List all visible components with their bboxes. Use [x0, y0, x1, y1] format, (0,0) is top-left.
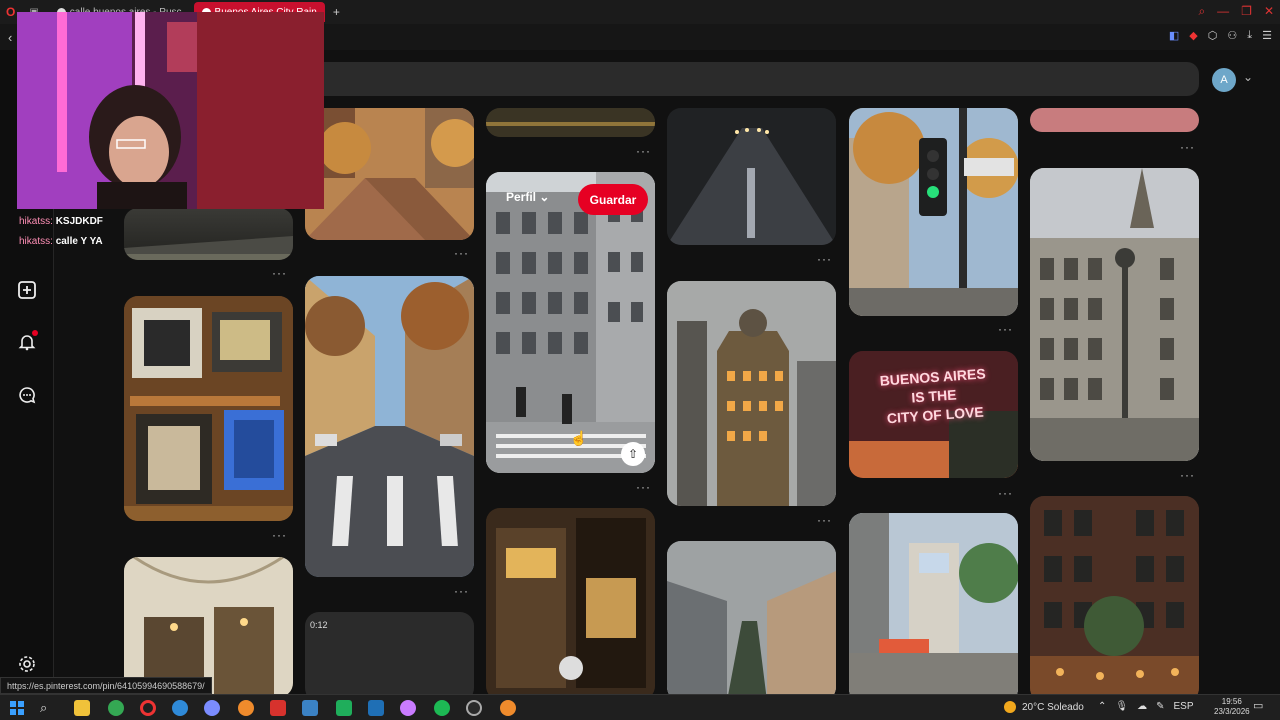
- pin-city-aerial[interactable]: [667, 541, 836, 694]
- pin-cafe-interior[interactable]: [124, 557, 293, 694]
- pin-rainy-avenue[interactable]: [849, 513, 1018, 694]
- sun-icon: [1004, 701, 1016, 713]
- vscode-icon[interactable]: [368, 700, 384, 716]
- opera-logo-icon[interactable]: O: [6, 5, 15, 19]
- pin-top-right[interactable]: [1030, 108, 1199, 132]
- pin-street-top[interactable]: [124, 208, 293, 260]
- minimize-icon[interactable]: —: [1217, 4, 1229, 19]
- pin-more-button[interactable]: ···: [454, 584, 469, 598]
- edge-icon[interactable]: [172, 700, 188, 716]
- stream-chat: hikatss: KSJDKDF hikatss: calle Y YA: [19, 212, 103, 252]
- pin-building-crosswalk[interactable]: [486, 172, 655, 473]
- microphone-icon[interactable]: 🎙: [1115, 701, 1128, 712]
- close-icon[interactable]: ✕: [1264, 4, 1274, 19]
- pin-more-button[interactable]: ···: [998, 486, 1013, 500]
- chat-message: hikatss: calle Y YA: [19, 236, 103, 247]
- sign-text: BUENOS AIRES IS THE CITY OF LOVE: [879, 365, 987, 427]
- save-button[interactable]: Guardar: [578, 184, 648, 215]
- chrome-icon[interactable]: [108, 700, 124, 716]
- pin-more-button[interactable]: ···: [272, 528, 287, 542]
- blender-icon[interactable]: [238, 700, 254, 716]
- browser-extensions: ◧ ◆ ⬡ ⚇ ⤓ ☰: [1169, 29, 1272, 42]
- new-tab-button[interactable]: +: [333, 5, 340, 19]
- pin-more-button[interactable]: ···: [454, 246, 469, 260]
- pin-palacio-barolo[interactable]: [667, 281, 836, 506]
- obs-icon[interactable]: [466, 700, 482, 716]
- status-url: https://es.pinterest.com/pin/64105994690…: [0, 677, 212, 694]
- pin-more-button[interactable]: ···: [817, 513, 832, 527]
- pen-icon[interactable]: ✎: [1156, 701, 1164, 712]
- pin-brick-facade[interactable]: [1030, 496, 1199, 694]
- system-clock[interactable]: 19:56 23/3/2026: [1214, 697, 1250, 717]
- webcam-overlay: [17, 12, 324, 209]
- pin-more-button[interactable]: ···: [817, 252, 832, 266]
- pin-more-button[interactable]: ···: [636, 144, 651, 158]
- weather-widget[interactable]: 20°C Soleado: [1004, 701, 1084, 713]
- photos-icon[interactable]: [302, 700, 318, 716]
- search-icon[interactable]: ⌕: [40, 700, 56, 716]
- windows-start-icon[interactable]: [9, 700, 25, 716]
- back-icon[interactable]: ‹: [8, 30, 12, 45]
- pin-more-button[interactable]: ···: [998, 322, 1013, 336]
- pin-more-button[interactable]: ···: [272, 266, 287, 280]
- pin-more-button[interactable]: ···: [1180, 140, 1195, 154]
- pycharm-icon[interactable]: [336, 700, 352, 716]
- chevron-down-icon[interactable]: ⌄: [1243, 70, 1253, 84]
- notifications-icon[interactable]: [14, 329, 40, 355]
- chat-message: hikatss: KSJDKDF: [19, 216, 103, 227]
- file-explorer-icon[interactable]: [74, 700, 90, 716]
- chevron-up-icon[interactable]: ⌃: [1098, 701, 1106, 712]
- cloud-icon[interactable]: ☁: [1137, 701, 1147, 712]
- opera-icon[interactable]: [140, 700, 156, 716]
- profile-dropdown[interactable]: Perfil ⌄: [506, 190, 549, 204]
- pin-crosswalk-avenue[interactable]: [305, 276, 474, 577]
- spotify-icon[interactable]: [434, 700, 450, 716]
- account-icon[interactable]: ⚇: [1227, 29, 1237, 42]
- windows-taskbar: ⌕ 20°C Soleado ⌃ 🎙 ☁ ✎ ESP 19:56 23/3/20…: [0, 694, 1280, 720]
- translate-icon[interactable]: ◧: [1169, 29, 1179, 42]
- pin-more-button[interactable]: ···: [636, 480, 651, 494]
- pin-video[interactable]: [305, 612, 474, 694]
- mouse-cursor-icon: ☝: [570, 430, 588, 446]
- menu-icon[interactable]: ☰: [1262, 29, 1272, 42]
- extensions-icon[interactable]: ⬡: [1208, 29, 1218, 42]
- search-icon[interactable]: ⌕: [1198, 4, 1205, 19]
- pin-more-button[interactable]: ···: [1180, 468, 1195, 482]
- pin-night-street-top[interactable]: [486, 108, 655, 137]
- pin-autumn-street[interactable]: [305, 108, 474, 240]
- blender-2-icon[interactable]: [500, 700, 516, 716]
- share-icon[interactable]: ⇧: [621, 442, 645, 466]
- download-icon[interactable]: ⤓: [1247, 29, 1252, 42]
- color-app-icon[interactable]: [400, 700, 416, 716]
- pin-wet-night-road[interactable]: [667, 108, 836, 245]
- vpn-icon[interactable]: ◆: [1189, 29, 1197, 42]
- language-indicator[interactable]: ESP: [1173, 701, 1193, 712]
- notification-center-icon[interactable]: ▭: [1253, 699, 1263, 712]
- pin-bar-window[interactable]: [486, 508, 655, 694]
- pin-traffic-light[interactable]: [849, 108, 1018, 316]
- pin-record-store[interactable]: [124, 296, 293, 521]
- messages-icon[interactable]: [14, 382, 40, 408]
- settings-icon[interactable]: [14, 651, 40, 677]
- create-icon[interactable]: [14, 277, 40, 303]
- video-app-icon[interactable]: [270, 700, 286, 716]
- pin-classic-building[interactable]: [1030, 168, 1199, 461]
- window-controls: ⌕ — ❐ ✕: [1198, 4, 1274, 19]
- notification-dot: [32, 330, 38, 336]
- system-tray: ⌃ 🎙 ☁ ✎ ESP: [1098, 701, 1194, 712]
- restore-icon[interactable]: ❐: [1241, 4, 1252, 19]
- avatar[interactable]: A: [1212, 68, 1236, 92]
- spiral-app-icon[interactable]: [204, 700, 220, 716]
- video-duration: 0:12: [310, 620, 328, 630]
